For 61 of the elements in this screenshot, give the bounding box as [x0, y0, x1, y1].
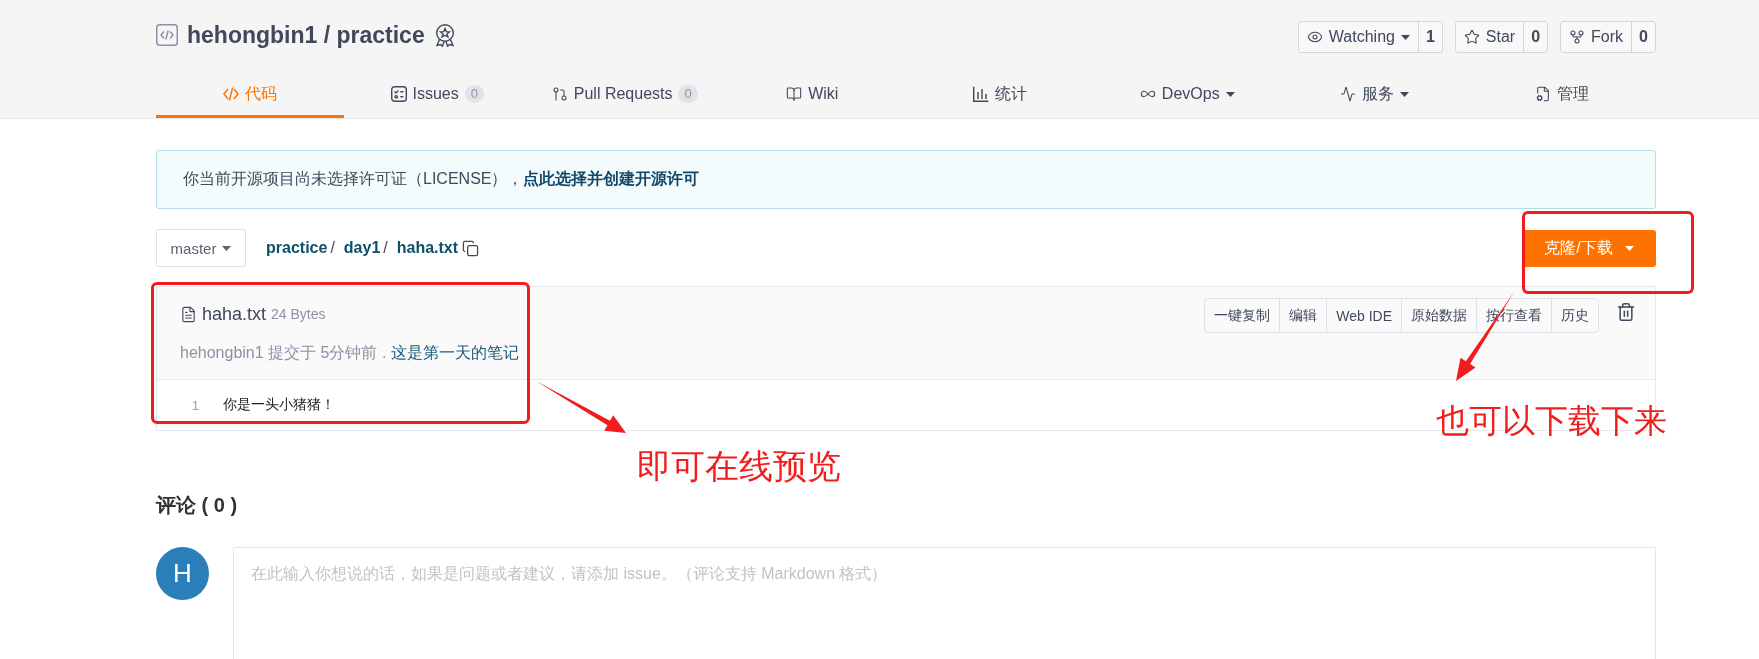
- file-name: haha.txt: [202, 303, 267, 325]
- action-count[interactable]: 1: [1417, 22, 1442, 52]
- fork-icon: [1569, 29, 1586, 45]
- user-avatar: H: [156, 547, 209, 600]
- file-size: 24 Bytes: [271, 306, 326, 322]
- trash-icon: [1616, 302, 1636, 322]
- delete-button[interactable]: [1616, 302, 1636, 322]
- nav-tab[interactable]: 服务: [1281, 70, 1469, 118]
- breadcrumb-link[interactable]: day1: [343, 239, 381, 257]
- commit-info: hehongbin1 提交于 5分钟前 . 这是第一天的笔记: [180, 343, 519, 363]
- action-count[interactable]: 0: [1631, 22, 1655, 52]
- code-repository-icon: [156, 24, 178, 46]
- pulse-icon: [1340, 86, 1357, 102]
- action-button[interactable]: Fork: [1561, 22, 1632, 52]
- line-number: 1: [190, 397, 199, 413]
- nav-tab[interactable]: 统计: [906, 70, 1094, 118]
- toolbar-button[interactable]: Web IDE: [1326, 299, 1401, 332]
- code-line: 你是一头小猪猪！: [223, 396, 335, 414]
- toolbar-button[interactable]: 一键复制: [1205, 299, 1280, 332]
- pull-request-icon: [551, 86, 568, 102]
- notice-text: 你当前开源项目尚未选择许可证（LICENSE），点此选择并创建开源许可: [183, 169, 700, 189]
- nav-tab[interactable]: Issues 0: [343, 70, 531, 118]
- count-badge: 0: [678, 85, 698, 103]
- book-icon: [786, 86, 803, 102]
- caret-icon: [222, 245, 232, 251]
- breadcrumb-separator: /: [330, 239, 335, 257]
- action-count[interactable]: 0: [1523, 22, 1548, 52]
- action-button[interactable]: Watching: [1298, 22, 1418, 52]
- star-icon: [1463, 29, 1480, 45]
- copy-icon[interactable]: [462, 239, 480, 257]
- annotation-text: 即可在线预览: [637, 448, 841, 486]
- caret-icon: [1624, 245, 1634, 251]
- comment-input[interactable]: 在此输入你想说的话，如果是问题或者建议，请添加 issue。（评论支持 Markdown 格式）: [233, 547, 1656, 659]
- award-badge-icon: [433, 23, 456, 47]
- toolbar-button[interactable]: 原始数据: [1401, 299, 1476, 332]
- comments-heading: 评论 ( 0 ): [156, 493, 239, 517]
- toolbar-button[interactable]: 历史: [1551, 299, 1598, 332]
- caret-icon: [1400, 34, 1410, 40]
- toolbar-button[interactable]: 编辑: [1279, 299, 1327, 332]
- repository-title[interactable]: hehongbin1 / practice: [187, 21, 425, 49]
- commit-message-link[interactable]: 这是第一天的笔记: [390, 344, 519, 361]
- bar-chart-icon: [972, 86, 989, 102]
- nav-tab[interactable]: Wiki: [718, 70, 906, 118]
- breadcrumb-current[interactable]: haha.txt: [396, 239, 459, 257]
- branch-dropdown[interactable]: master: [156, 229, 246, 267]
- annotation-text: 也可以下载下来: [1436, 403, 1667, 440]
- file-icon: [180, 305, 197, 323]
- nav-tab[interactable]: Pull Requests 0: [531, 70, 719, 118]
- action-button[interactable]: Star: [1455, 22, 1524, 52]
- breadcrumb-link[interactable]: practice: [266, 239, 328, 257]
- license-link[interactable]: 点此选择并创建开源许可: [523, 170, 700, 187]
- eye-icon: [1306, 29, 1323, 45]
- checklist-icon: [390, 86, 407, 102]
- file-gear-icon: [1535, 86, 1552, 102]
- code-icon: [222, 86, 239, 102]
- caret-icon: [1400, 91, 1410, 97]
- count-badge: 0: [464, 85, 484, 103]
- nav-tab[interactable]: DevOps: [1093, 70, 1281, 118]
- nav-tab[interactable]: 管理: [1468, 70, 1656, 118]
- breadcrumb-separator: /: [383, 239, 388, 257]
- caret-icon: [1225, 91, 1235, 97]
